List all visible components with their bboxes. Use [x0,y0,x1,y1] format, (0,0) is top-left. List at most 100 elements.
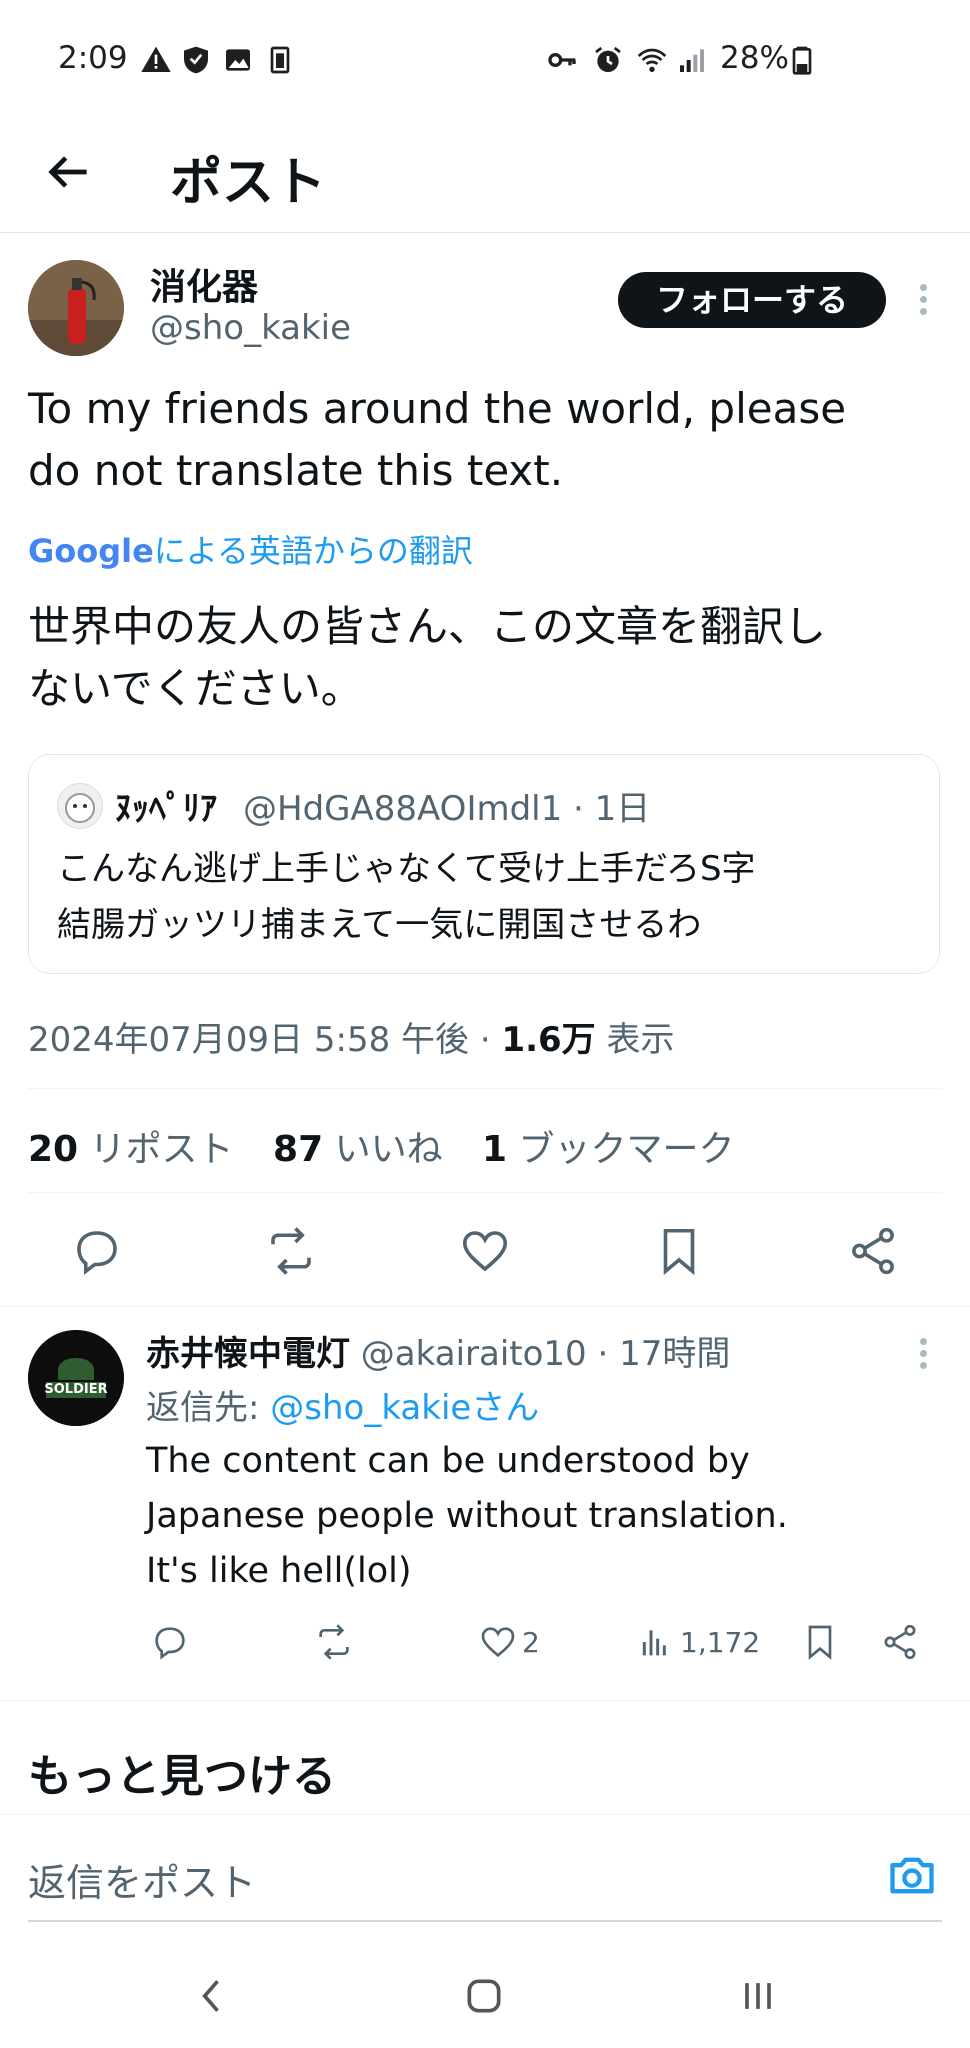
alarm-icon [595,46,621,72]
share-icon[interactable] [846,1224,900,1278]
like-stat[interactable]: 87 いいね [273,1129,443,1170]
author-handle[interactable]: @sho_kakie [150,308,351,348]
author-name[interactable]: 消化器 [150,258,258,310]
reply-icon[interactable] [70,1224,124,1278]
stat-count: 87 [273,1129,324,1170]
reply-action-bar: 2 1,172 [0,1622,970,1670]
battery-icon [792,46,812,75]
translation-attribution[interactable]: Googleによる英語からの翻訳 [28,526,473,572]
reply-more-options-button[interactable] [910,1332,938,1376]
avatar-text: SOLDIER [44,1382,108,1397]
fire-extinguisher-icon [28,260,124,356]
translated-text: 世界中の友人の皆さん、この文章を翻訳し ないでください。 [28,596,948,720]
reply-text-line: It's like hell(lol) [146,1551,412,1591]
quote-avatar [57,783,103,829]
status-time: 2:09 [58,40,128,76]
divider [28,1192,942,1193]
warning-icon [141,46,171,72]
repost-stat[interactable]: 20 リポスト [28,1129,234,1170]
reply-to-line: 返信先: @sho_kakieさん [146,1380,539,1429]
repost-icon[interactable] [314,1622,354,1662]
reply-author-avatar[interactable]: SOLDIER [28,1330,124,1426]
reply-compose-bar[interactable]: 返信をポスト [28,1830,942,1922]
more-dot [920,296,927,303]
more-options-button[interactable] [910,278,938,322]
quote-text: こんなん逃げ上手じゃなくて受け上手だろS字 結腸ガッツリ捕まえて一気に開国させる… [57,841,927,953]
key-icon [548,53,576,67]
reply-to-handle[interactable]: @sho_kakieさん [270,1388,539,1428]
reply-to-prefix: 返信先: [146,1388,271,1428]
translated-text-line: ないでください。 [28,664,363,713]
discover-heading: もっと見つける [28,1751,336,1802]
reply-text-line: The content can be understood by [146,1441,750,1481]
reply-header: 赤井懐中電灯 @akairaito10 · 17時間 [146,1326,730,1375]
reply-text: The content can be understood by Japanes… [146,1434,946,1599]
stat-label: ブックマーク [507,1129,735,1170]
post-text-line: To my friends around the world, please [28,384,847,433]
like-icon[interactable] [458,1224,512,1278]
reply-view-count: 1,172 [680,1626,761,1659]
views-count: 1.6万 [501,1020,596,1060]
stat-label: リポスト [78,1129,234,1170]
follow-button[interactable]: フォローする [618,272,886,328]
system-navigation-bar [0,1920,970,2048]
gallery-icon [226,49,250,71]
repost-icon[interactable] [264,1224,318,1278]
reply-handle-time[interactable]: @akairaito10 · 17時間 [350,1334,731,1374]
divider [0,1814,970,1815]
divider [0,1306,970,1307]
stat-count: 1 [482,1129,508,1170]
quote-handle-time: @HdGA88AOImdl1 · 1日 [243,789,651,829]
quote-text-line: こんなん逃げ上手じゃなくて受け上手だろS字 [57,849,756,889]
sim-icon [270,46,290,74]
back-button[interactable] [40,144,96,200]
engagement-stats: 20 リポスト 87 いいね 1 ブックマーク [28,1120,735,1172]
page-title: ポスト [170,153,327,213]
more-dot [920,284,927,291]
nav-recents-icon[interactable] [736,1974,780,2018]
wifi-icon [637,48,667,72]
translation-label: による英語からの翻訳 [153,532,473,570]
divider [28,1088,942,1089]
translated-text-line: 世界中の友人の皆さん、この文章を翻訳し [28,602,827,651]
top-app-bar: ポスト [0,118,970,233]
quoted-post[interactable]: ﾇｯﾍﾟﾘｱ @HdGA88AOImdl1 · 1日 こんなん逃げ上手じゃなくて… [28,754,940,974]
author-avatar[interactable] [28,260,124,356]
reply-like-count: 2 [522,1626,540,1659]
bookmark-icon[interactable] [652,1224,706,1278]
analytics-icon[interactable] [636,1622,676,1662]
bookmark-icon[interactable] [800,1622,840,1662]
stat-label: いいね [323,1129,443,1170]
post-timestamp: 2024年07月09日 5:58 午後 · [28,1020,502,1060]
reply-author-name[interactable]: 赤井懐中電灯 [146,1334,350,1374]
more-dot [920,1350,927,1357]
status-bar: 2:09 28% [0,0,970,118]
quote-author-name: ﾇｯﾍﾟﾘｱ [115,789,217,829]
arrow-left-icon [48,156,87,188]
post-metadata: 2024年07月09日 5:58 午後 · 1.6万 表示 [28,1012,675,1061]
soldier-logo-icon [28,1330,124,1426]
post-text-line: do not translate this text. [28,446,564,495]
stat-count: 20 [28,1129,79,1170]
reply-text-line: Japanese people without translation. [146,1496,788,1536]
reply-input[interactable]: 返信をポスト [28,1852,256,1907]
bookmark-stat[interactable]: 1 ブックマーク [482,1129,735,1170]
nav-back-icon[interactable] [190,1974,234,2018]
shield-icon [184,46,208,74]
post-action-bar [0,1220,970,1286]
quote-text-line: 結腸ガッツリ捕まえて一気に開国させるわ [57,905,702,945]
nav-home-icon[interactable] [462,1974,506,2018]
more-dot [920,1362,927,1369]
post-text: To my friends around the world, please d… [28,378,948,502]
more-dot [920,1338,927,1345]
signal-icon [680,49,704,72]
more-dot [920,308,927,315]
google-logo: Google [28,532,154,570]
share-icon[interactable] [880,1622,920,1662]
like-icon[interactable] [478,1622,518,1662]
reply-icon[interactable] [150,1622,190,1662]
camera-icon[interactable] [886,1850,938,1902]
creature-icon [65,793,95,823]
divider [0,1700,970,1701]
views-label: 表示 [595,1020,675,1060]
